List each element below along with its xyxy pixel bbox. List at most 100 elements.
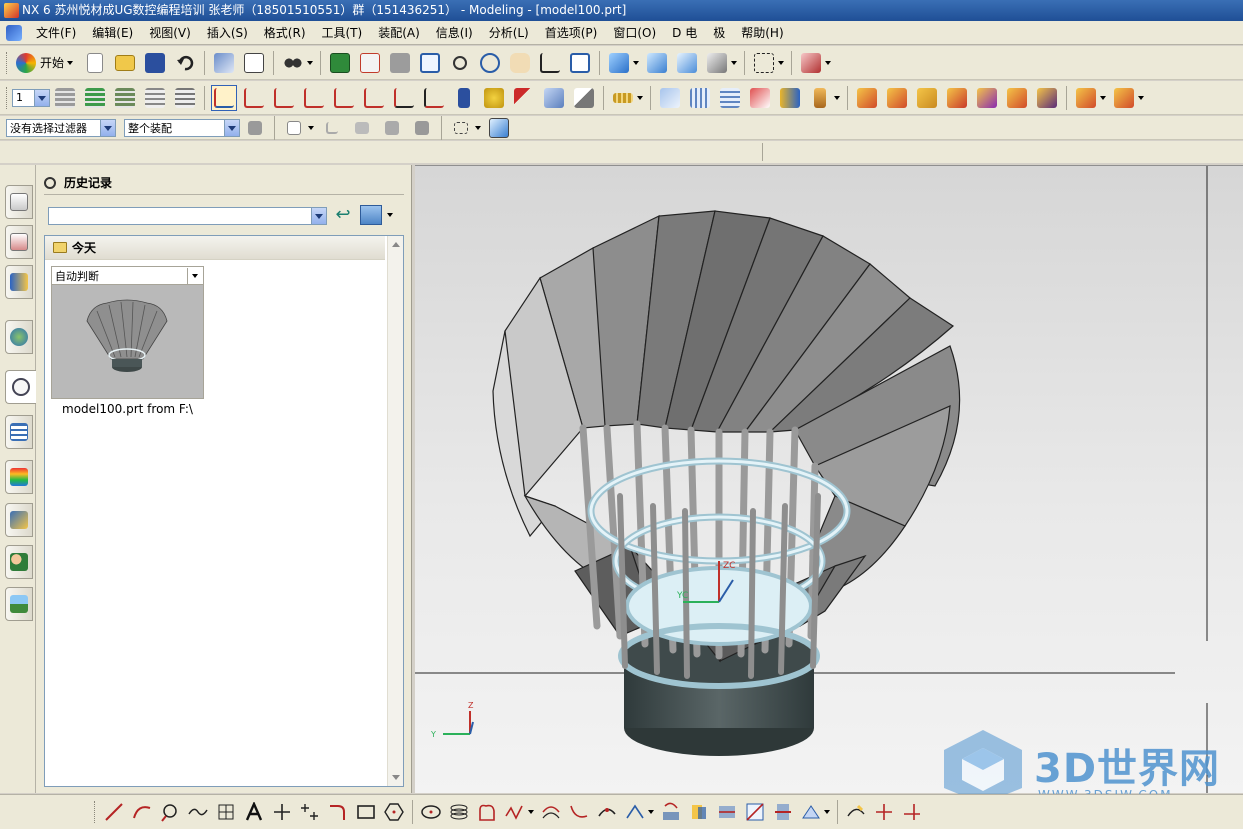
wcs-yc-button[interactable]	[421, 85, 447, 111]
helix-tool-button[interactable]	[447, 800, 471, 824]
copy-button[interactable]	[241, 50, 267, 76]
chevron-down-icon[interactable]	[731, 60, 738, 65]
measure-button[interactable]	[610, 85, 636, 111]
history-item-card[interactable]: 自动判断	[51, 266, 204, 399]
surface-3-button[interactable]	[717, 85, 743, 111]
chevron-down-icon[interactable]	[528, 810, 534, 814]
roles-tab[interactable]	[5, 545, 33, 579]
chevron-down-icon[interactable]	[637, 95, 643, 100]
nx-menu-icon[interactable]	[6, 24, 22, 41]
constraint-navigator-tab[interactable]	[5, 225, 33, 259]
start-button[interactable]: 开始	[12, 50, 80, 76]
menu-analysis[interactable]: 分析(L)	[481, 24, 537, 41]
menu-help[interactable]: 帮助(H)	[733, 24, 791, 41]
layer-category-button[interactable]	[112, 85, 138, 111]
intersect-curve-button[interactable]	[743, 800, 767, 824]
cube-iso-button[interactable]	[674, 50, 700, 76]
wireframe-toggle-button[interactable]	[486, 115, 512, 141]
pin-icon[interactable]	[44, 176, 56, 189]
assembly-2-button[interactable]	[884, 85, 910, 111]
type-filter-select[interactable]: 没有选择过滤器	[6, 118, 116, 137]
chevron-down-icon[interactable]	[825, 60, 832, 65]
history-group-today[interactable]: 今天	[45, 236, 385, 260]
fit-button[interactable]	[357, 50, 383, 76]
assembly-9-button[interactable]	[1111, 85, 1137, 111]
picture-view-icon[interactable]	[360, 205, 382, 225]
new-file-button[interactable]	[82, 50, 108, 76]
chevron-down-icon[interactable]	[633, 60, 640, 65]
reuse-library-tab[interactable]	[5, 320, 33, 354]
copy-to-layer-button[interactable]	[172, 85, 198, 111]
select-face-button[interactable]	[409, 115, 435, 141]
line-tool-button[interactable]	[102, 800, 126, 824]
zoom-window-button[interactable]	[387, 50, 413, 76]
assembly-7-button[interactable]	[1034, 85, 1060, 111]
chevron-down-icon[interactable]	[475, 125, 481, 130]
circle-tool-button[interactable]	[158, 800, 182, 824]
assembly-3-button[interactable]	[914, 85, 940, 111]
selection-scope-select[interactable]: 整个装配	[124, 118, 240, 137]
toolbar-grip[interactable]	[94, 801, 97, 823]
chevron-down-icon[interactable]	[834, 95, 840, 100]
open-button[interactable]	[112, 50, 138, 76]
menu-view[interactable]: 视图(V)	[141, 24, 199, 41]
menu-edit[interactable]: 编辑(E)	[84, 24, 141, 41]
scroll-down-icon[interactable]	[392, 775, 400, 780]
point-set-button[interactable]	[298, 800, 322, 824]
surface-1-button[interactable]	[657, 85, 683, 111]
menu-file[interactable]: 文件(F)	[28, 24, 84, 41]
pan-button[interactable]	[507, 50, 533, 76]
arc-tool-button[interactable]	[130, 800, 154, 824]
extract-curve-button[interactable]	[799, 800, 823, 824]
process-studio-tab[interactable]	[5, 503, 33, 537]
section-curve-button[interactable]	[771, 800, 795, 824]
orient-view-button[interactable]	[537, 50, 563, 76]
menu-electrode[interactable]: D 电	[664, 24, 705, 41]
combined-projection-button[interactable]	[687, 800, 711, 824]
menu-assembly[interactable]: 装配(A)	[370, 24, 428, 41]
chevron-down-icon[interactable]	[1100, 95, 1106, 100]
rectangle-tool-button[interactable]	[354, 800, 378, 824]
history-list-scrollbar[interactable]	[387, 236, 403, 786]
menu-insert[interactable]: 插入(S)	[199, 24, 256, 41]
graphics-window[interactable]: ZC YC Z Y	[415, 165, 1243, 793]
bridge-curve-button[interactable]	[567, 800, 591, 824]
ellipse-tool-button[interactable]	[419, 800, 443, 824]
system-scenes-tab[interactable]	[5, 587, 33, 621]
transform-button[interactable]	[541, 85, 567, 111]
wcs-change-xc-button[interactable]	[331, 85, 357, 111]
select-arrow-button[interactable]	[511, 85, 537, 111]
part-navigator-tab[interactable]	[5, 265, 33, 299]
render-button[interactable]	[704, 50, 730, 76]
toolbar-grip[interactable]	[6, 51, 9, 74]
wcs-rotate-button[interactable]	[271, 85, 297, 111]
wcs-orient-button[interactable]	[301, 85, 327, 111]
chevron-down-icon[interactable]	[778, 60, 785, 65]
spline-tool-button[interactable]	[186, 800, 210, 824]
wcs-xc-button[interactable]	[391, 85, 417, 111]
pointer-button[interactable]	[571, 85, 597, 111]
glasses-button[interactable]	[280, 50, 306, 76]
snap-point-button[interactable]	[281, 115, 307, 141]
chevron-down-icon[interactable]	[387, 213, 393, 217]
history-filter-select[interactable]	[48, 207, 327, 225]
assembly-8-button[interactable]	[1073, 85, 1099, 111]
conic-tool-button[interactable]	[475, 800, 499, 824]
menu-preferences[interactable]: 首选项(P)	[537, 24, 606, 41]
menu-format[interactable]: 格式(R)	[256, 24, 314, 41]
text-tool-button[interactable]	[242, 800, 266, 824]
join-curve-button[interactable]	[623, 800, 647, 824]
assembly-1-button[interactable]	[854, 85, 880, 111]
chevron-down-icon[interactable]	[307, 60, 314, 65]
shaded-button[interactable]	[606, 50, 632, 76]
project-curve-button[interactable]	[659, 800, 683, 824]
back-arrow-icon[interactable]: ↩	[332, 205, 354, 225]
assembly-5-button[interactable]	[974, 85, 1000, 111]
wcs-display-button[interactable]	[481, 85, 507, 111]
layer-display-button[interactable]	[798, 50, 824, 76]
palette-tab[interactable]	[5, 460, 33, 494]
layer-visible-button[interactable]	[82, 85, 108, 111]
assembly-navigator-tab[interactable]	[5, 185, 33, 219]
simplify-curve-button[interactable]	[595, 800, 619, 824]
point-tool-button[interactable]	[270, 800, 294, 824]
